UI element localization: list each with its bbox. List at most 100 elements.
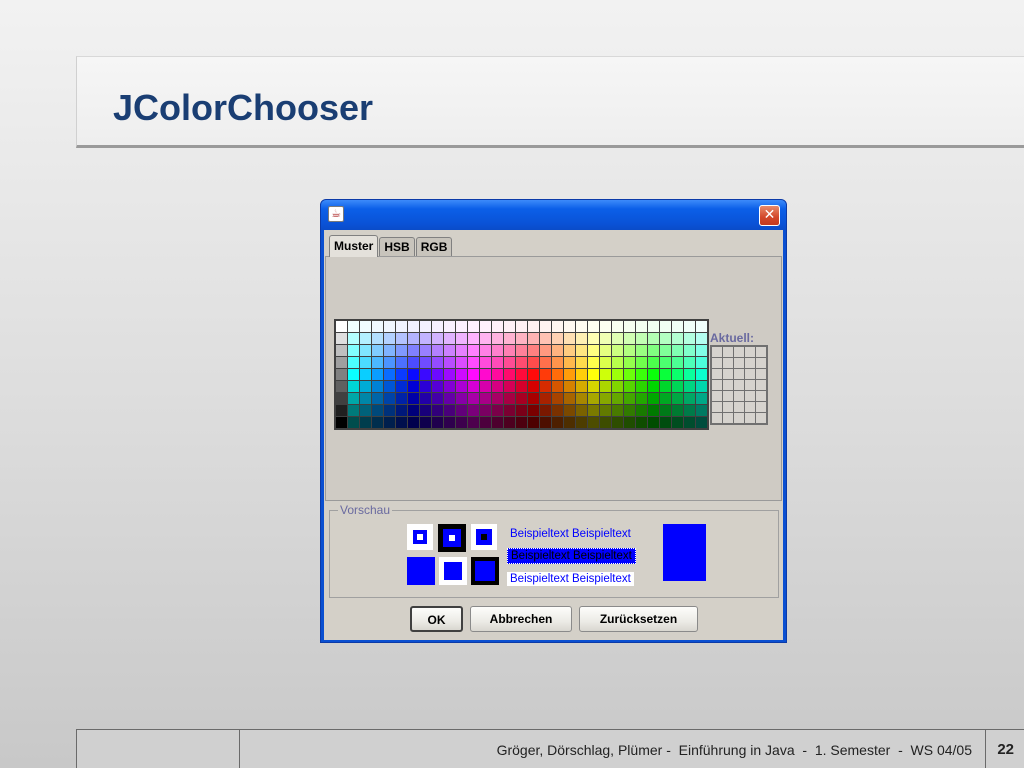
color-swatch[interactable]: [624, 345, 635, 356]
color-swatch[interactable]: [672, 369, 683, 380]
recent-swatch[interactable]: [712, 380, 722, 390]
color-swatch[interactable]: [480, 321, 491, 332]
color-swatch[interactable]: [336, 369, 347, 380]
color-swatch[interactable]: [420, 321, 431, 332]
recent-swatch[interactable]: [734, 369, 744, 379]
color-swatch[interactable]: [552, 393, 563, 404]
color-swatch[interactable]: [528, 417, 539, 428]
color-swatch[interactable]: [696, 405, 707, 416]
color-swatch[interactable]: [432, 417, 443, 428]
color-swatch[interactable]: [456, 357, 467, 368]
tab-hsb[interactable]: HSB: [379, 237, 415, 257]
color-swatch[interactable]: [696, 345, 707, 356]
color-swatch[interactable]: [372, 393, 383, 404]
color-swatch[interactable]: [612, 369, 623, 380]
color-swatch[interactable]: [468, 393, 479, 404]
color-swatch[interactable]: [384, 321, 395, 332]
color-swatch[interactable]: [348, 405, 359, 416]
color-swatch[interactable]: [672, 345, 683, 356]
color-swatch[interactable]: [372, 345, 383, 356]
color-swatch[interactable]: [348, 345, 359, 356]
color-swatch[interactable]: [684, 369, 695, 380]
color-swatch[interactable]: [696, 381, 707, 392]
color-swatch[interactable]: [348, 381, 359, 392]
color-swatch[interactable]: [624, 405, 635, 416]
color-swatch[interactable]: [396, 417, 407, 428]
color-swatch[interactable]: [660, 333, 671, 344]
color-swatch[interactable]: [588, 357, 599, 368]
color-swatch[interactable]: [468, 381, 479, 392]
color-swatch[interactable]: [660, 405, 671, 416]
color-swatch[interactable]: [624, 369, 635, 380]
color-swatch[interactable]: [684, 393, 695, 404]
color-swatch[interactable]: [528, 369, 539, 380]
recent-swatch-grid[interactable]: [710, 345, 768, 425]
color-swatch[interactable]: [660, 357, 671, 368]
color-swatch[interactable]: [420, 381, 431, 392]
recent-swatch[interactable]: [712, 413, 722, 423]
color-swatch[interactable]: [600, 381, 611, 392]
color-swatch[interactable]: [588, 369, 599, 380]
color-swatch[interactable]: [672, 321, 683, 332]
color-swatch[interactable]: [396, 345, 407, 356]
color-swatch[interactable]: [576, 345, 587, 356]
color-swatch[interactable]: [648, 369, 659, 380]
color-swatch[interactable]: [432, 405, 443, 416]
color-swatch[interactable]: [492, 345, 503, 356]
color-swatch[interactable]: [396, 357, 407, 368]
color-swatch[interactable]: [480, 405, 491, 416]
color-swatch[interactable]: [672, 417, 683, 428]
color-swatch[interactable]: [444, 333, 455, 344]
color-swatch[interactable]: [636, 321, 647, 332]
color-swatch[interactable]: [432, 369, 443, 380]
color-swatch[interactable]: [588, 333, 599, 344]
color-swatch[interactable]: [540, 333, 551, 344]
color-swatch[interactable]: [408, 393, 419, 404]
color-swatch[interactable]: [624, 381, 635, 392]
color-swatch[interactable]: [468, 321, 479, 332]
recent-swatch[interactable]: [712, 369, 722, 379]
color-swatch[interactable]: [648, 381, 659, 392]
color-swatch[interactable]: [588, 345, 599, 356]
color-swatch[interactable]: [588, 321, 599, 332]
color-swatch[interactable]: [564, 405, 575, 416]
color-swatch[interactable]: [516, 333, 527, 344]
color-swatch[interactable]: [504, 417, 515, 428]
color-swatch[interactable]: [576, 393, 587, 404]
color-swatch[interactable]: [552, 333, 563, 344]
color-swatch[interactable]: [624, 333, 635, 344]
color-swatch[interactable]: [408, 321, 419, 332]
color-swatch[interactable]: [600, 405, 611, 416]
color-swatch[interactable]: [408, 345, 419, 356]
color-swatch[interactable]: [672, 333, 683, 344]
dialog-titlebar[interactable]: ☕ ✕: [321, 200, 786, 230]
color-swatch[interactable]: [444, 417, 455, 428]
color-swatch[interactable]: [384, 333, 395, 344]
color-swatch[interactable]: [504, 369, 515, 380]
color-swatch[interactable]: [552, 405, 563, 416]
color-swatch[interactable]: [600, 417, 611, 428]
color-swatch[interactable]: [648, 357, 659, 368]
color-swatch[interactable]: [444, 381, 455, 392]
color-swatch[interactable]: [696, 357, 707, 368]
color-swatch[interactable]: [528, 357, 539, 368]
color-swatch[interactable]: [504, 393, 515, 404]
color-swatch[interactable]: [492, 357, 503, 368]
recent-swatch[interactable]: [756, 369, 766, 379]
color-swatch[interactable]: [552, 369, 563, 380]
recent-swatch[interactable]: [756, 402, 766, 412]
recent-swatch[interactable]: [723, 347, 733, 357]
recent-swatch[interactable]: [734, 391, 744, 401]
recent-swatch[interactable]: [734, 358, 744, 368]
recent-swatch[interactable]: [745, 347, 755, 357]
recent-swatch[interactable]: [734, 402, 744, 412]
color-swatch[interactable]: [372, 381, 383, 392]
color-swatch[interactable]: [660, 345, 671, 356]
color-swatch[interactable]: [588, 381, 599, 392]
color-swatch[interactable]: [636, 393, 647, 404]
color-swatch[interactable]: [444, 405, 455, 416]
color-swatch[interactable]: [420, 345, 431, 356]
color-swatch[interactable]: [528, 333, 539, 344]
color-swatch[interactable]: [384, 393, 395, 404]
color-swatch[interactable]: [336, 381, 347, 392]
